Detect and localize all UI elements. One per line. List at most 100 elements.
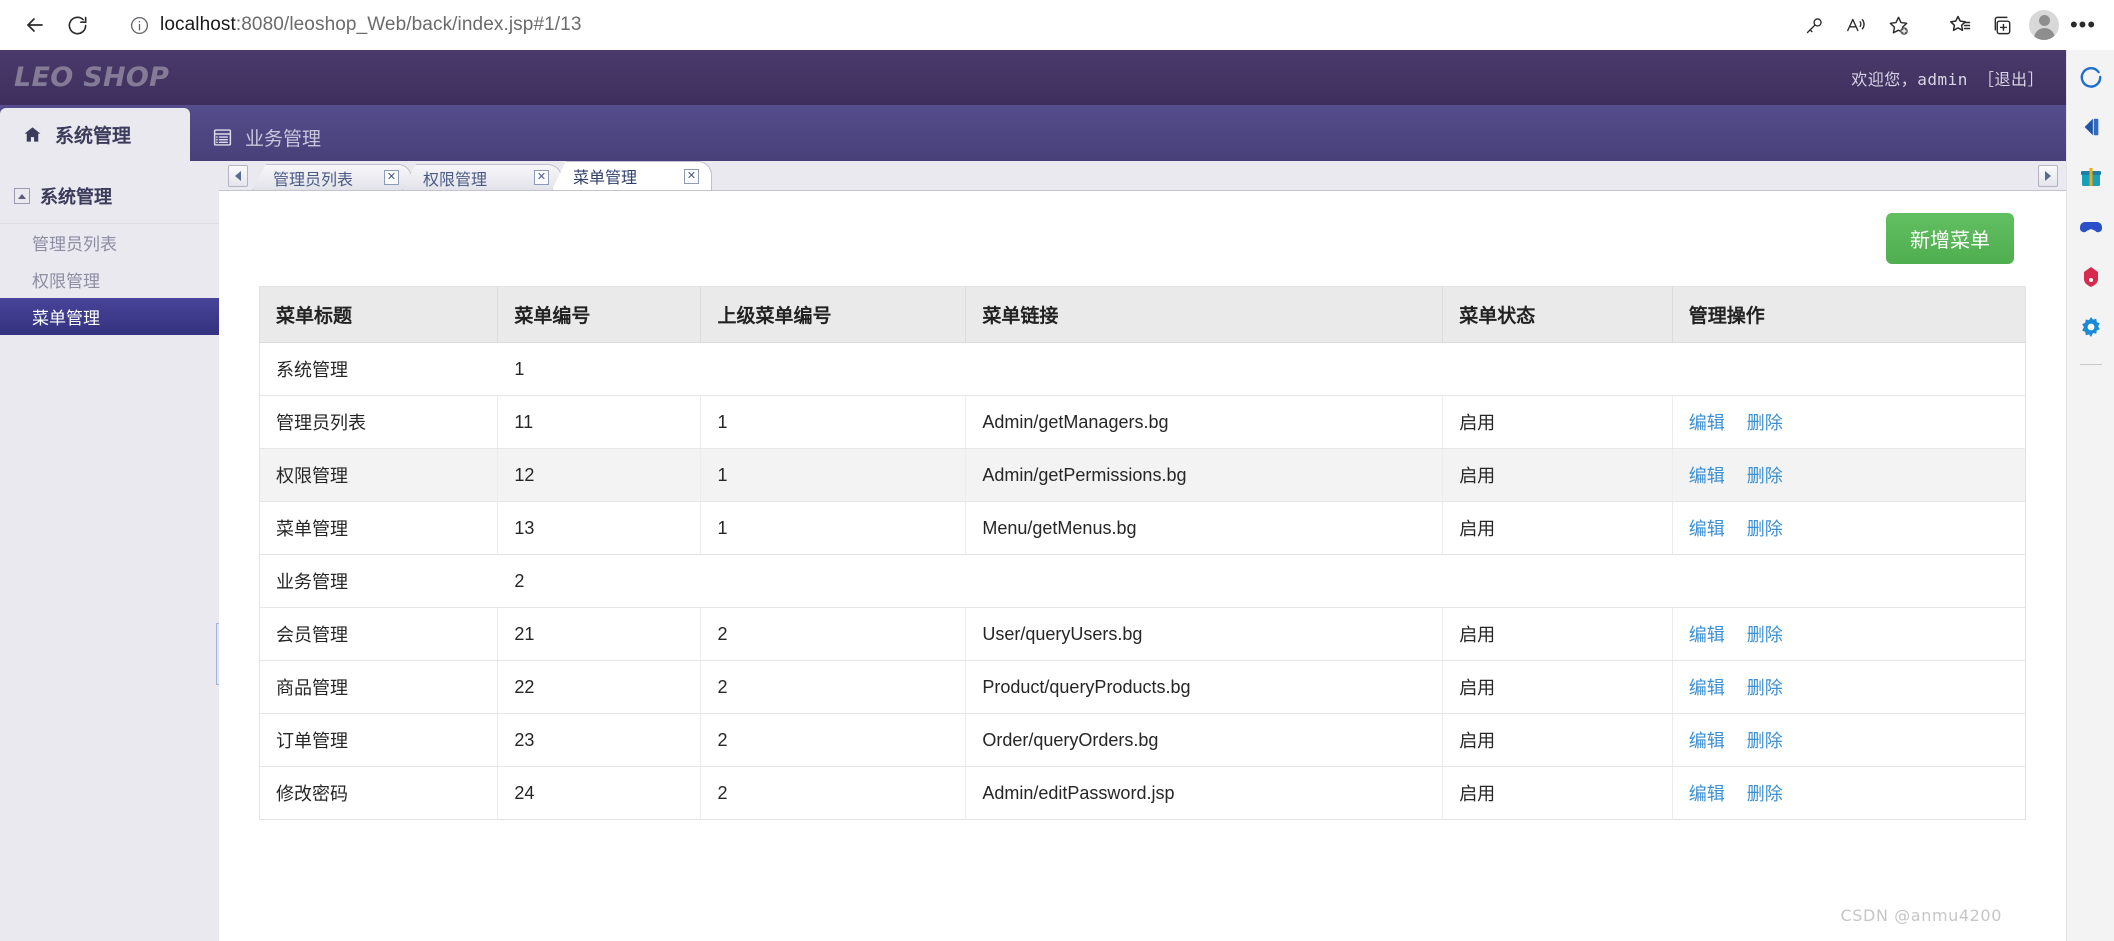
sidebar-group-system-management[interactable]: 系统管理: [0, 173, 219, 224]
content-area: 管理员列表 ✕ 权限管理 ✕ 菜单管理 ✕ 新增菜单 菜单标题 菜单编号 上级菜…: [219, 161, 2066, 941]
tabstrip-scroll-left-icon[interactable]: [228, 165, 248, 187]
edit-link[interactable]: 编辑: [1689, 678, 1725, 698]
watermark: CSDN @anmu4200: [1840, 906, 2002, 925]
cell-status: [1442, 554, 1673, 608]
col-header-actions: 管理操作: [1672, 286, 2026, 343]
table-row: 订单管理 23 2 Order/queryOrders.bg 启用 编辑 删除: [259, 713, 2026, 767]
tools-icon[interactable]: [2074, 260, 2108, 294]
avatar: [2029, 10, 2059, 40]
cell-title: 商品管理: [259, 660, 499, 714]
content-tab-permission-management[interactable]: 权限管理 ✕: [402, 164, 562, 190]
cell-actions: 编辑 删除: [1672, 713, 2026, 767]
add-favorite-icon[interactable]: [1878, 6, 1918, 44]
cell-status: 启用: [1442, 713, 1673, 767]
menu-management-panel: 新增菜单 菜单标题 菜单编号 上级菜单编号 菜单链接 菜单状态 管理操作 系统管…: [219, 191, 2066, 941]
cell-menu-id: 12: [497, 448, 702, 502]
cell-status: 启用: [1442, 607, 1673, 661]
table-row: 会员管理 21 2 User/queryUsers.bg 启用 编辑 删除: [259, 607, 2026, 661]
table-row: 管理员列表 11 1 Admin/getManagers.bg 启用 编辑 删除: [259, 395, 2026, 449]
cell-parent-id: 2: [700, 713, 967, 767]
tabstrip-scroll-right-icon[interactable]: [2038, 165, 2058, 187]
cell-menu-id: 2: [497, 554, 701, 608]
collections-icon[interactable]: [1982, 6, 2022, 44]
reload-button[interactable]: [56, 4, 98, 46]
edit-link[interactable]: 编辑: [1689, 784, 1725, 804]
edit-link[interactable]: 编辑: [1689, 413, 1725, 433]
cell-menu-id: 13: [497, 501, 702, 555]
back-button[interactable]: [14, 4, 56, 46]
copilot-icon[interactable]: [2074, 60, 2108, 94]
app-header: LEO SHOP 欢迎您，admin ［退出］: [0, 50, 2066, 105]
home-icon: [22, 125, 43, 145]
delete-link[interactable]: 删除: [1747, 678, 1783, 698]
url-text[interactable]: localhost:8080/leoshop_Web/back/index.js…: [160, 14, 582, 36]
url-host: localhost: [160, 14, 236, 35]
cell-status: 启用: [1442, 448, 1673, 502]
close-icon[interactable]: ✕: [384, 170, 399, 185]
edit-link[interactable]: 编辑: [1689, 519, 1725, 539]
url-field[interactable]: localhost:8080/leoshop_Web/back/index.js…: [126, 12, 1794, 38]
sidebar-collapse-icon[interactable]: [2074, 110, 2108, 144]
cell-menu-id: 21: [497, 607, 702, 661]
cell-link: Order/queryOrders.bg: [965, 713, 1444, 767]
top-tab-label: 业务管理: [245, 128, 322, 150]
edit-link[interactable]: 编辑: [1689, 466, 1725, 486]
shopping-icon[interactable]: [2074, 160, 2108, 194]
cell-parent-id: 2: [700, 660, 967, 714]
favorites-icon[interactable]: [1940, 6, 1980, 44]
delete-link[interactable]: 删除: [1747, 519, 1783, 539]
sidebar-item-label: 权限管理: [32, 272, 100, 291]
delete-link[interactable]: 删除: [1747, 413, 1783, 433]
content-tab-manager-list[interactable]: 管理员列表 ✕: [252, 164, 412, 190]
cell-parent-id: 2: [700, 607, 967, 661]
edit-link[interactable]: 编辑: [1689, 625, 1725, 645]
top-tab-system-management[interactable]: 系统管理: [0, 108, 190, 161]
cell-link: User/queryUsers.bg: [965, 607, 1444, 661]
delete-link[interactable]: 删除: [1747, 466, 1783, 486]
close-icon[interactable]: ✕: [684, 168, 699, 184]
sidebar-item-permission-management[interactable]: 权限管理: [0, 261, 219, 298]
settings-gear-icon[interactable]: [2074, 310, 2108, 344]
cell-link: Admin/getPermissions.bg: [965, 448, 1444, 502]
add-menu-button[interactable]: 新增菜单: [1886, 213, 2014, 264]
cell-actions: [1672, 554, 2026, 608]
content-tab-label: 菜单管理: [573, 170, 638, 187]
key-icon[interactable]: [1794, 6, 1834, 44]
games-icon[interactable]: [2074, 210, 2108, 244]
cell-parent-id: [700, 342, 966, 396]
table-row: 系统管理 1: [259, 342, 2026, 396]
delete-link[interactable]: 删除: [1747, 784, 1783, 804]
site-info-icon[interactable]: [126, 12, 152, 38]
table-row: 菜单管理 13 1 Menu/getMenus.bg 启用 编辑 删除: [259, 501, 2026, 555]
top-tab-business-management[interactable]: 业务管理: [190, 113, 349, 161]
more-options-icon[interactable]: •••: [2066, 5, 2100, 45]
menu-table-header: 菜单标题 菜单编号 上级菜单编号 菜单链接 菜单状态 管理操作: [259, 286, 2026, 343]
table-row: 业务管理 2: [259, 554, 2026, 608]
close-icon[interactable]: ✕: [534, 170, 549, 185]
browser-toolbar: localhost:8080/leoshop_Web/back/index.js…: [0, 0, 2114, 50]
cell-link: [965, 554, 1443, 608]
cell-menu-id: 24: [497, 766, 702, 820]
top-nav: 系统管理 业务管理: [0, 105, 2066, 161]
welcome-text[interactable]: 欢迎您，admin ［退出］: [1851, 66, 2044, 90]
sidebar-item-label: 管理员列表: [32, 235, 117, 254]
sidebar-item-manager-list[interactable]: 管理员列表: [0, 224, 219, 261]
cell-title: 权限管理: [259, 448, 499, 502]
cell-title: 订单管理: [259, 713, 499, 767]
read-aloud-icon[interactable]: [1836, 6, 1876, 44]
sidebar-item-menu-management[interactable]: 菜单管理: [0, 298, 219, 335]
delete-link[interactable]: 删除: [1747, 731, 1783, 751]
delete-link[interactable]: 删除: [1747, 625, 1783, 645]
list-icon: [212, 127, 233, 148]
edit-link[interactable]: 编辑: [1689, 731, 1725, 751]
cell-status: 启用: [1442, 501, 1673, 555]
address-bar[interactable]: localhost:8080/leoshop_Web/back/index.js…: [112, 6, 1922, 44]
cell-menu-id: 22: [497, 660, 702, 714]
collapse-icon[interactable]: [14, 188, 30, 204]
sidebar-divider: [2079, 364, 2102, 365]
content-tab-menu-management[interactable]: 菜单管理 ✕: [552, 161, 712, 190]
cell-link: Product/queryProducts.bg: [965, 660, 1444, 714]
cell-menu-id: 1: [497, 342, 701, 396]
cell-actions: 编辑 删除: [1672, 448, 2026, 502]
profile-avatar-icon[interactable]: [2024, 5, 2064, 45]
